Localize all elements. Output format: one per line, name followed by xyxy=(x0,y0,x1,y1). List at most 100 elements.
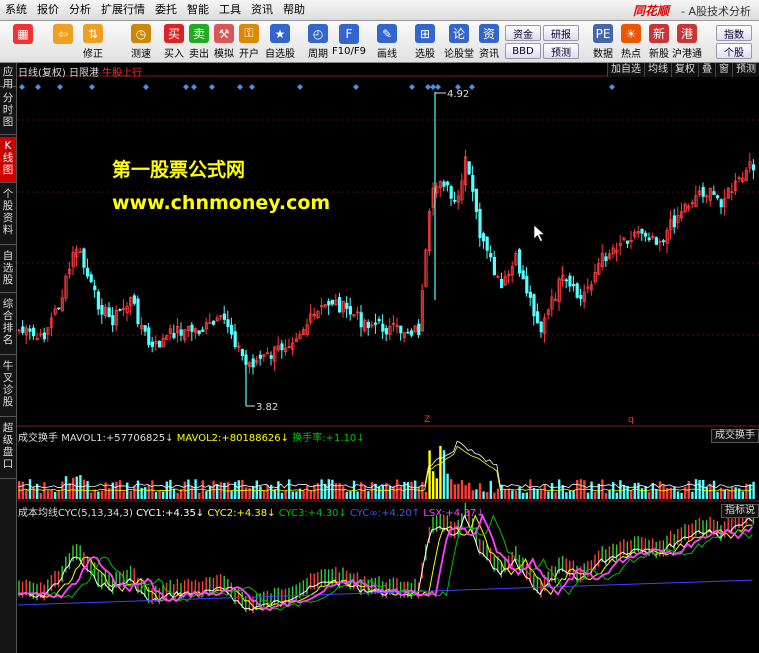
candle-body xyxy=(442,181,446,187)
volume-bar xyxy=(608,490,611,499)
volume-bar xyxy=(543,484,546,499)
volume-bar xyxy=(536,489,539,499)
volume-bar xyxy=(540,488,543,499)
candle-body xyxy=(481,233,486,242)
volume-bar xyxy=(727,489,730,499)
candle-body xyxy=(82,248,86,268)
candle-body xyxy=(716,195,720,199)
volume-bar xyxy=(190,486,194,499)
candle-body xyxy=(359,312,363,328)
volume-bar xyxy=(399,486,402,499)
candle-body xyxy=(604,256,608,262)
volume-bar xyxy=(705,487,708,499)
volume-bar xyxy=(478,483,482,499)
volume-bar xyxy=(446,473,449,499)
volume-bar xyxy=(514,490,518,499)
volume-bar xyxy=(172,488,176,499)
volume-bar xyxy=(640,488,644,499)
candle-body xyxy=(179,329,183,336)
candle-body xyxy=(449,186,453,199)
volume-bar xyxy=(468,482,471,499)
volume-bar xyxy=(241,479,244,499)
signal-diamond xyxy=(35,84,41,90)
volume-bar xyxy=(511,490,514,499)
candle-body xyxy=(107,307,111,317)
volume-pane-button[interactable]: 成交换手 xyxy=(711,429,759,443)
volume-bar xyxy=(453,484,456,499)
candle-body xyxy=(525,275,529,294)
candle-body xyxy=(752,164,756,171)
candle-body xyxy=(348,306,353,315)
volume-bar xyxy=(684,486,687,499)
volume-bar xyxy=(752,481,755,499)
volume-bar xyxy=(262,490,266,499)
volume-bar xyxy=(493,492,496,499)
volume-bar xyxy=(345,491,348,499)
volume-bar xyxy=(72,477,75,499)
chart-button-0[interactable]: 加自选 xyxy=(607,63,644,77)
chart-button-2[interactable]: 复权 xyxy=(671,63,698,77)
cyc-pane-button[interactable]: 指标说 xyxy=(721,504,759,518)
candle-body xyxy=(132,295,136,304)
volume-bar xyxy=(122,491,125,499)
candle-body xyxy=(111,315,115,326)
volume-bar xyxy=(205,490,208,499)
volume-bar xyxy=(219,482,222,499)
mouse-cursor-icon xyxy=(533,224,546,242)
candle-body xyxy=(201,329,205,332)
cyc2-line xyxy=(18,514,753,611)
volume-bar xyxy=(111,482,114,499)
chart-period-label: 日线(复权) 日限港 xyxy=(18,68,99,79)
chart-button-4[interactable]: 窗 xyxy=(715,63,732,77)
turnover-value: +1.10↓ xyxy=(325,433,365,444)
candle-body xyxy=(471,174,475,192)
cyc2-value: +4.38↓ xyxy=(236,508,276,519)
lsx-line xyxy=(18,513,754,612)
volume-bar xyxy=(104,482,107,499)
candle-body xyxy=(485,236,489,251)
candle-body xyxy=(233,331,237,348)
volume-bar xyxy=(428,450,431,499)
volume-bar xyxy=(471,490,474,499)
candle-body xyxy=(143,325,147,332)
lsx-label: LSX: xyxy=(423,508,446,519)
volume-bar xyxy=(46,490,50,499)
chart-button-1[interactable]: 均线 xyxy=(644,63,671,77)
candle-body xyxy=(467,161,471,175)
signal-diamond xyxy=(609,84,615,90)
candle-body xyxy=(32,327,36,337)
candle-body xyxy=(93,285,97,291)
chart-button-5[interactable]: 预测 xyxy=(732,63,759,77)
volume-bar xyxy=(291,491,294,499)
volume-bar xyxy=(381,484,384,499)
candle-body xyxy=(172,332,176,339)
signal-diamond xyxy=(249,84,255,90)
candle-body xyxy=(118,308,122,311)
volume-bar xyxy=(100,490,104,499)
marker-z: Z xyxy=(424,415,430,425)
candle-body xyxy=(240,349,244,356)
volume-bar xyxy=(208,485,212,499)
volume-bar xyxy=(424,491,428,499)
volume-bar xyxy=(565,492,568,499)
volume-bar xyxy=(154,492,158,499)
kline-chart[interactable]: 4.92 3.82 Z q xyxy=(0,0,759,653)
candle-body xyxy=(626,240,630,244)
chart-button-3[interactable]: 叠 xyxy=(698,63,715,77)
volume-bar xyxy=(554,492,557,499)
candle-body xyxy=(96,291,100,310)
candle-body xyxy=(86,267,90,277)
volume-bar xyxy=(622,484,626,499)
volume-bar xyxy=(342,486,345,499)
signal-diamond xyxy=(19,84,25,90)
volume-bar xyxy=(651,483,654,499)
volume-bar xyxy=(388,486,392,499)
volume-bar xyxy=(280,492,284,499)
volume-bar xyxy=(147,484,150,499)
volume-bar xyxy=(475,489,478,499)
volume-bar xyxy=(673,487,676,499)
candle-body xyxy=(417,323,421,336)
candle-body xyxy=(373,322,378,325)
signal-diamond xyxy=(57,84,63,90)
volume-bar xyxy=(284,490,287,499)
